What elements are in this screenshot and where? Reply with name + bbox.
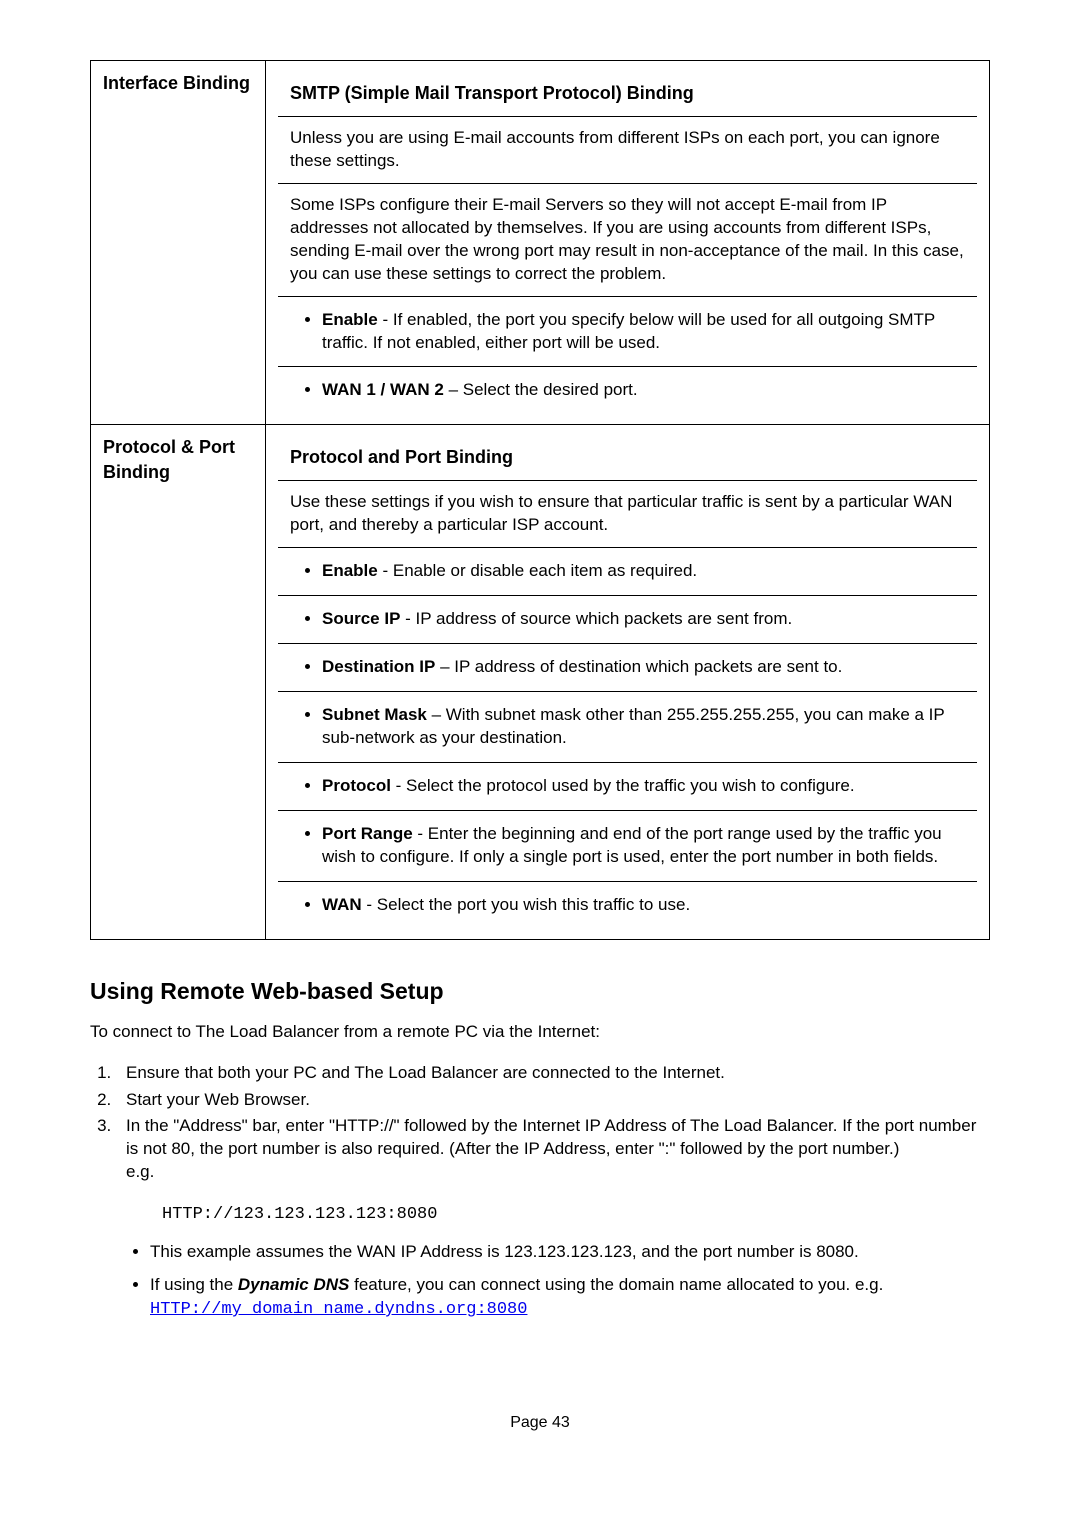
section-heading: Using Remote Web-based Setup xyxy=(90,976,990,1007)
section-intro: To connect to The Load Balancer from a r… xyxy=(90,1021,990,1044)
smtp-bullet-wan: WAN 1 / WAN 2 – Select the desired port. xyxy=(278,367,977,414)
step-3: In the "Address" bar, enter "HTTP://" fo… xyxy=(116,1115,990,1184)
config-table: Interface Binding SMTP (Simple Mail Tran… xyxy=(90,60,990,940)
steps-list: Ensure that both your PC and The Load Ba… xyxy=(90,1062,990,1185)
step-2: Start your Web Browser. xyxy=(116,1089,990,1112)
page-number: Page 43 xyxy=(90,1412,990,1434)
bottom-list: This example assumes the WAN IP Address … xyxy=(90,1241,990,1322)
code-example-1: HTTP://123.123.123.123:8080 xyxy=(162,1204,990,1227)
bottom-item-1: This example assumes the WAN IP Address … xyxy=(150,1241,990,1264)
bottom-item-2: If using the Dynamic DNS feature, you ca… xyxy=(150,1274,990,1322)
row-content-interface: SMTP (Simple Mail Transport Protocol) Bi… xyxy=(266,61,990,425)
protocol-bullet-portrange: Port Range - Enter the beginning and end… xyxy=(278,810,977,881)
protocol-bullet-destip: Destination IP – IP address of destinati… xyxy=(278,644,977,692)
protocol-heading: Protocol and Port Binding xyxy=(290,447,513,467)
protocol-bullet-enable: Enable - Enable or disable each item as … xyxy=(278,548,977,596)
protocol-para1: Use these settings if you wish to ensure… xyxy=(278,481,977,548)
row-label-protocol: Protocol & Port Binding xyxy=(91,425,266,939)
smtp-bullet-enable: Enable - If enabled, the port you specif… xyxy=(278,296,977,367)
step-1: Ensure that both your PC and The Load Ba… xyxy=(116,1062,990,1085)
smtp-heading: SMTP (Simple Mail Transport Protocol) Bi… xyxy=(290,83,694,103)
protocol-bullet-protocol: Protocol - Select the protocol used by t… xyxy=(278,762,977,810)
smtp-para1: Unless you are using E-mail accounts fro… xyxy=(278,116,977,183)
row-content-protocol: Protocol and Port Binding Use these sett… xyxy=(266,425,990,939)
protocol-bullet-subnet: Subnet Mask – With subnet mask other tha… xyxy=(278,692,977,763)
protocol-bullet-sourceip: Source IP - IP address of source which p… xyxy=(278,596,977,644)
smtp-para2: Some ISPs configure their E-mail Servers… xyxy=(278,183,977,296)
dyndns-link[interactable]: HTTP://my_domain_name.dyndns.org:8080 xyxy=(150,1300,527,1319)
protocol-bullet-wan: WAN - Select the port you wish this traf… xyxy=(278,881,977,928)
row-label-interface: Interface Binding xyxy=(91,61,266,425)
